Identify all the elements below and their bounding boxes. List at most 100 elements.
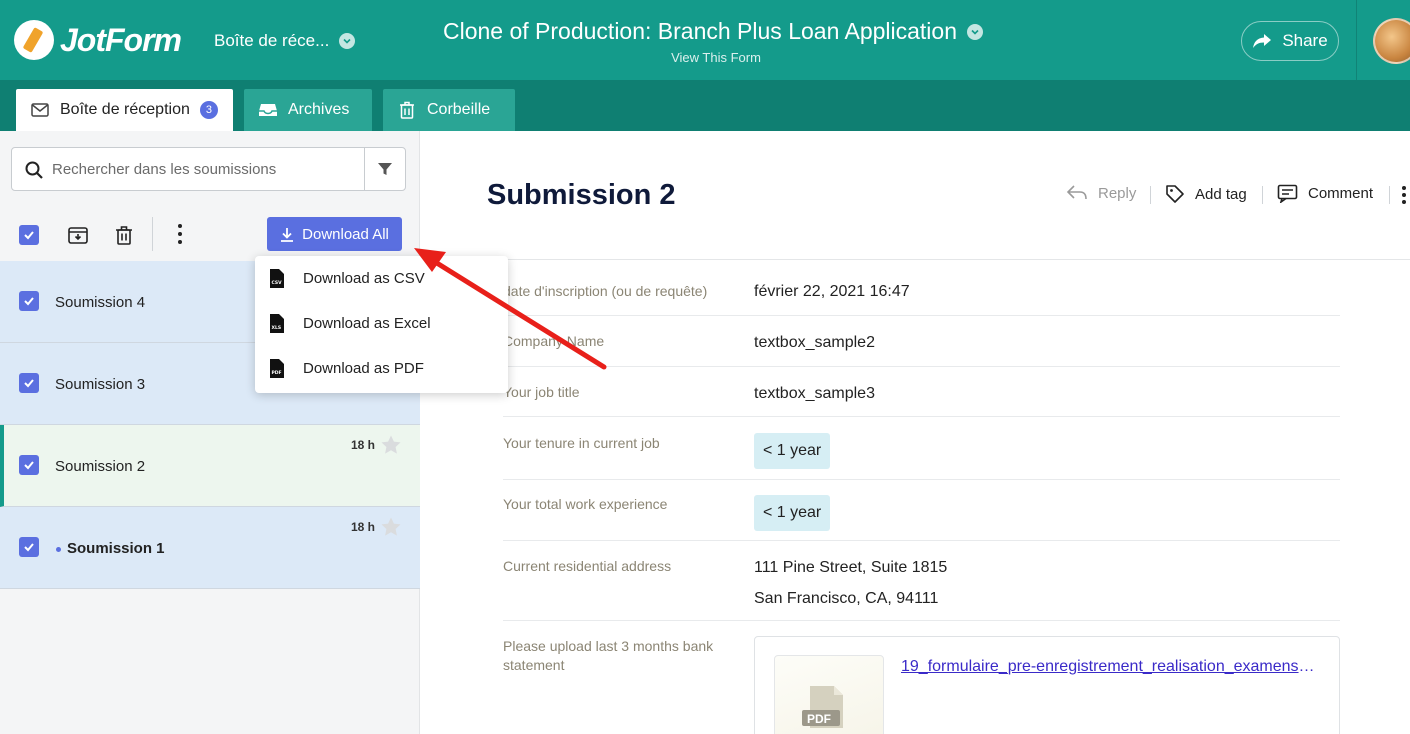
envelope-icon <box>31 103 49 117</box>
field-label: date d'inscription (ou de requête) <box>503 283 708 299</box>
select-all-checkbox[interactable] <box>19 225 39 245</box>
header-divider <box>1356 0 1357 80</box>
star-icon[interactable] <box>380 434 402 456</box>
field-divider <box>503 315 1340 316</box>
download-csv-option[interactable]: CSV Download as CSV <box>255 256 508 300</box>
unread-dot <box>56 547 61 552</box>
tab-trash[interactable]: Corbeille <box>383 89 515 131</box>
inbox-tabs: Boîte de réception 3 Archives Corbeille <box>0 80 1410 131</box>
field-value: textbox_sample3 <box>754 385 875 402</box>
pdf-badge: PDF <box>807 712 831 726</box>
reply-icon <box>1066 185 1087 200</box>
share-label: Share <box>1282 31 1328 50</box>
value-tag: < 1 year <box>754 495 831 531</box>
row-checkbox[interactable] <box>19 537 39 557</box>
field-label: Please upload last 3 months bank stateme… <box>503 638 714 673</box>
download-csv-label: Download as CSV <box>303 270 425 287</box>
field-divider <box>503 540 1340 541</box>
form-title[interactable]: Clone of Production: Branch Plus Loan Ap… <box>443 18 983 45</box>
field-divider <box>503 620 1340 621</box>
pdf-file-thumbnail[interactable]: PDF <box>774 655 884 734</box>
download-pdf-option[interactable]: PDF Download as PDF <box>255 346 508 390</box>
app-header: JotForm Boîte de réce... Clone of Produc… <box>0 0 1410 80</box>
view-form-link[interactable]: View This Form <box>0 50 1410 65</box>
value-tag: < 1 year <box>754 433 831 469</box>
comment-button[interactable]: Comment <box>1277 184 1373 203</box>
download-pdf-label: Download as PDF <box>303 360 424 377</box>
delete-icon[interactable] <box>114 224 134 246</box>
row-checkbox[interactable] <box>19 455 39 475</box>
svg-text:CSV: CSV <box>272 280 283 286</box>
download-menu: CSV Download as CSV XLS Download as Exce… <box>255 256 508 393</box>
submissions-list-panel: Rechercher dans les soumissions Download… <box>0 131 420 734</box>
pdf-file-icon: PDF <box>270 359 284 378</box>
check-icon <box>24 297 34 306</box>
tab-inbox-label: Boîte de réception <box>60 101 190 118</box>
toolbar-divider <box>152 217 153 251</box>
more-options-icon[interactable] <box>1400 185 1408 205</box>
svg-text:XLS: XLS <box>272 325 282 331</box>
check-icon <box>24 231 34 240</box>
submission-title: Submission 2 <box>487 179 676 211</box>
field-divider <box>503 479 1340 480</box>
search-input[interactable]: Rechercher dans les soumissions <box>52 161 276 178</box>
field-value: février 22, 2021 16:47 <box>754 283 910 300</box>
tab-trash-label: Corbeille <box>427 101 491 118</box>
submission-time: 18 h <box>351 438 376 452</box>
xls-file-icon: XLS <box>270 314 284 333</box>
comment-label: Comment <box>1308 185 1374 202</box>
form-title-text: Clone of Production: Branch Plus Loan Ap… <box>443 18 957 44</box>
share-arrow-icon <box>1253 34 1272 48</box>
actions-divider <box>1150 186 1151 204</box>
download-all-button[interactable]: Download All <box>267 217 402 251</box>
download-excel-label: Download as Excel <box>303 315 431 332</box>
archive-icon[interactable] <box>67 224 89 246</box>
download-icon <box>281 227 294 242</box>
share-button[interactable]: Share <box>1241 21 1339 61</box>
csv-file-icon: CSV <box>270 269 284 288</box>
detail-header-divider <box>420 259 1410 260</box>
address-line-1: 111 Pine Street, Suite 1815 <box>754 559 948 576</box>
reply-button[interactable]: Reply <box>1066 184 1136 202</box>
chevron-down-icon <box>967 23 983 40</box>
inbox-count-badge: 3 <box>199 101 218 119</box>
search-divider <box>364 148 365 190</box>
list-toolbar: Download All <box>0 215 420 255</box>
inbox-selector-label: Boîte de réce... <box>214 31 330 50</box>
chevron-down-icon <box>339 33 356 49</box>
submission-label: Soumission 3 <box>55 376 146 393</box>
field-value: textbox_sample2 <box>754 334 875 351</box>
field-label: Your tenure in current job <box>503 435 660 451</box>
filter-icon[interactable] <box>377 161 393 177</box>
field-divider <box>503 416 1340 417</box>
field-label: Your total work experience <box>503 496 668 512</box>
download-all-label: Download All <box>302 225 389 243</box>
submission-label: Soumission 1 <box>67 540 165 557</box>
more-options-icon[interactable] <box>175 223 185 245</box>
actions-divider <box>1262 186 1263 204</box>
list-item[interactable]: Soumission 1 18 h <box>0 507 420 589</box>
tab-archives[interactable]: Archives <box>244 89 372 131</box>
field-divider <box>503 366 1340 367</box>
tab-inbox[interactable]: Boîte de réception 3 <box>16 89 233 131</box>
file-download-link[interactable]: 19_formulaire_pre-enregistrement_realisa… <box>901 658 1321 676</box>
actions-divider <box>1389 186 1390 204</box>
check-icon <box>24 543 34 552</box>
comment-icon <box>1277 184 1298 203</box>
inbox-selector[interactable]: Boîte de réce... <box>214 31 356 51</box>
field-label: Your job title <box>503 384 580 400</box>
add-tag-button[interactable]: Add tag <box>1165 184 1247 204</box>
field-label: Company Name <box>503 333 605 349</box>
download-excel-option[interactable]: XLS Download as Excel <box>255 301 508 345</box>
search-box[interactable]: Rechercher dans les soumissions <box>11 147 406 191</box>
add-tag-label: Add tag <box>1195 185 1247 203</box>
tab-archives-label: Archives <box>288 101 350 118</box>
search-icon <box>25 161 43 179</box>
svg-text:PDF: PDF <box>272 370 282 376</box>
star-icon[interactable] <box>380 516 402 538</box>
row-checkbox[interactable] <box>19 373 39 393</box>
list-item-active[interactable]: Soumission 2 18 h <box>0 425 420 507</box>
trash-icon <box>400 101 414 119</box>
row-checkbox[interactable] <box>19 291 39 311</box>
submission-label: Soumission 4 <box>55 294 146 311</box>
